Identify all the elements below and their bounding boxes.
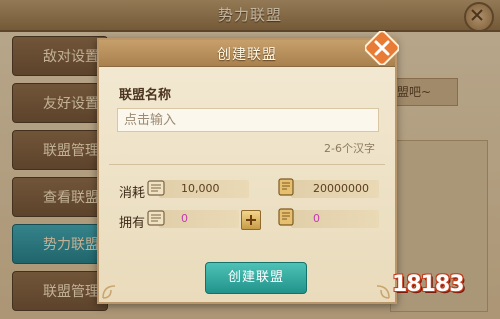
owned-silver-value: 0 (181, 212, 188, 225)
silver-scroll-icon (147, 210, 165, 226)
dialog-header: 创建联盟 (99, 40, 395, 67)
silver-scroll-icon (147, 180, 165, 196)
gold-scroll-icon (278, 178, 294, 196)
create-alliance-button[interactable]: 创建联盟 (205, 262, 307, 294)
owned-gold-bar: 0 (291, 210, 379, 228)
name-length-hint: 2-6个汉字 (324, 142, 375, 155)
divider (109, 164, 385, 165)
owned-silver-bar: 0 (159, 210, 239, 228)
gold-scroll-icon (278, 208, 294, 226)
owned-label: 拥有 (119, 216, 146, 231)
dialog-title: 创建联盟 (217, 47, 277, 63)
cost-gold-value: 20000000 (313, 182, 369, 195)
owned-gold-value: 0 (313, 212, 320, 225)
cost-silver-value: 10,000 (181, 182, 220, 195)
alliance-name-input[interactable] (117, 108, 379, 132)
cost-silver-bar: 10,000 (159, 180, 249, 198)
cost-gold-bar: 20000000 (291, 180, 379, 198)
cost-label: 消耗 (119, 186, 146, 201)
corner-ornament-icon (376, 285, 390, 299)
watermark-logo: 18183 (392, 272, 465, 297)
alliance-name-label: 联盟名称 (119, 88, 172, 103)
add-silver-button[interactable] (241, 210, 261, 230)
corner-ornament-icon (102, 285, 116, 299)
create-alliance-dialog: 创建联盟 联盟名称 2-6个汉字 消耗 10,000 20000000 拥有 0… (97, 38, 397, 304)
dialog-close-button[interactable] (365, 31, 399, 65)
